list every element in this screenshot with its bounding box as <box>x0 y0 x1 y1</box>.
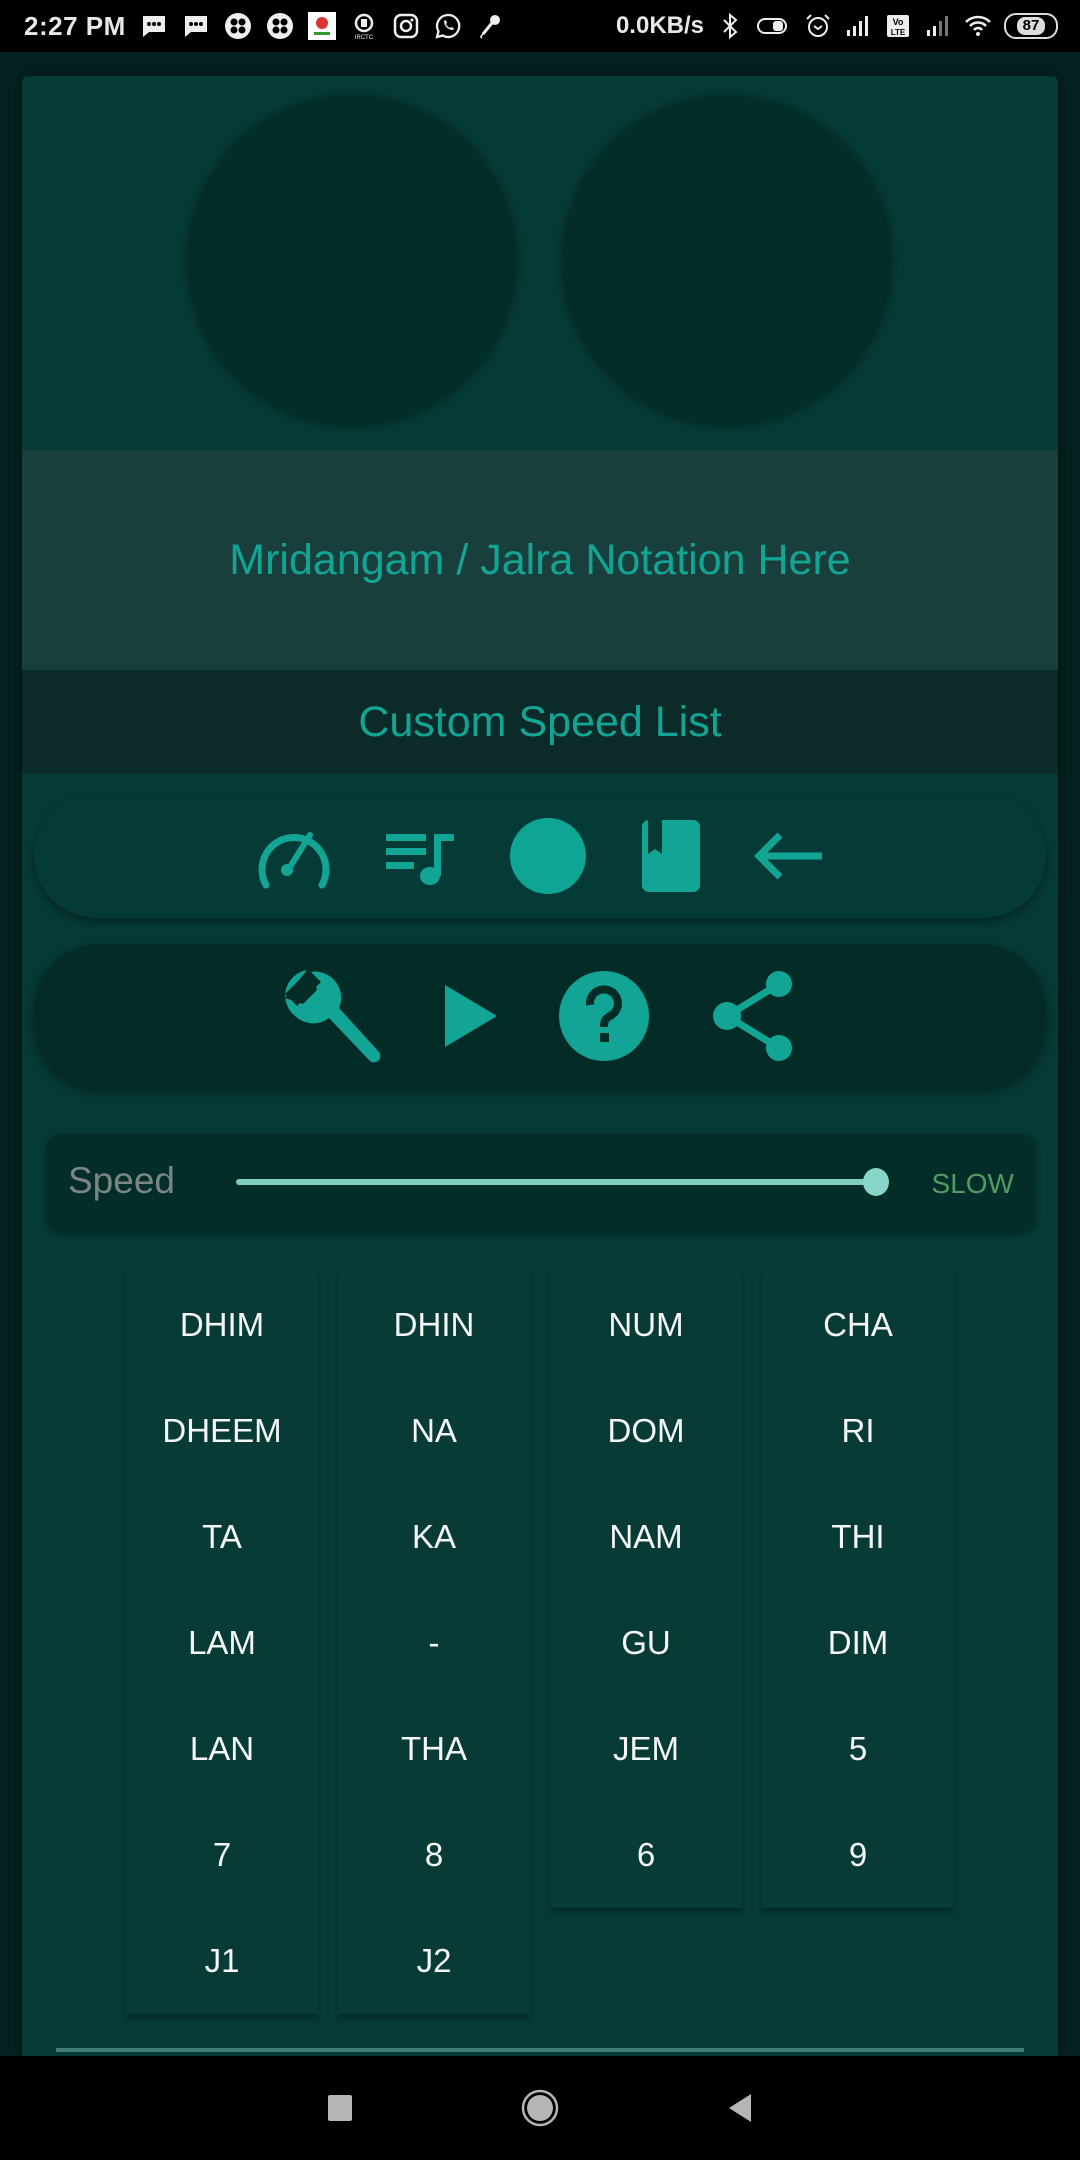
play-button[interactable] <box>443 983 499 1049</box>
navigation-bar <box>0 2056 1080 2160</box>
left-drum-pad[interactable] <box>187 96 517 426</box>
recents-button[interactable] <box>320 2088 360 2128</box>
bluetooth-icon <box>723 12 738 40</box>
secondary-toolbar <box>34 944 1046 1088</box>
syllable-pad[interactable]: NUM <box>550 1272 742 1378</box>
speed-control: Speed SLOW <box>46 1134 1036 1232</box>
syllable-pad[interactable]: 5 <box>762 1696 954 1802</box>
syllable-pad[interactable]: - <box>338 1590 530 1696</box>
alarm-icon <box>806 14 830 37</box>
play-icon <box>445 985 497 1047</box>
speed-slider-track[interactable] <box>236 1179 876 1185</box>
settings-button[interactable] <box>281 964 385 1068</box>
syllable-pad[interactable]: DOM <box>550 1378 742 1484</box>
speed-label: Speed <box>68 1160 175 1201</box>
wrench-icon <box>285 970 381 1063</box>
syllable-pad[interactable]: DHIM <box>126 1272 318 1378</box>
speed-value-label: SLOW <box>931 1168 1014 1199</box>
message-icon <box>184 16 207 37</box>
app-icon <box>224 13 251 39</box>
share-button[interactable] <box>709 968 799 1064</box>
playlist-music-icon <box>386 834 454 885</box>
syllable-pad[interactable]: CHA <box>762 1272 954 1378</box>
custom-speed-list-button[interactable]: Custom Speed List <box>22 670 1058 774</box>
help-button[interactable] <box>557 969 651 1063</box>
toggle-icon <box>757 18 787 34</box>
syllable-pad[interactable]: JEM <box>550 1696 742 1802</box>
speed-button[interactable] <box>256 823 332 889</box>
syllable-pad[interactable]: LAM <box>126 1590 318 1696</box>
syllable-pad[interactable]: RI <box>762 1378 954 1484</box>
home-icon <box>521 2089 559 2127</box>
bookmark-book-icon <box>642 820 700 892</box>
pad-column: NUM DOM NAM GU JEM 6 <box>550 1272 742 1908</box>
whatsapp-icon <box>435 13 461 39</box>
syllable-pad[interactable]: 7 <box>126 1802 318 1908</box>
custom-speed-list-label: Custom Speed List <box>358 697 722 746</box>
syllable-pad[interactable]: J1 <box>126 1908 318 2014</box>
syllable-pad[interactable]: NA <box>338 1378 530 1484</box>
battery-icon: 87 <box>1004 13 1058 39</box>
back-icon <box>729 2094 751 2122</box>
backspace-button[interactable] <box>754 831 824 881</box>
message-icon <box>142 16 165 37</box>
syllable-pad[interactable]: NAM <box>550 1484 742 1590</box>
clock: 2:27 PM <box>24 10 126 41</box>
bookmark-button[interactable] <box>640 818 702 894</box>
status-bar: 2:27 PM IRCTC 0.0KB/s Vo LTE 87 <box>0 0 1080 52</box>
right-drum-pad[interactable] <box>562 96 892 426</box>
arrow-back-icon <box>754 832 822 880</box>
pad-column: DHIN NA KA - THA 8 J2 <box>338 1272 530 2014</box>
syllable-pad[interactable]: 6 <box>550 1802 742 1908</box>
syllable-pad[interactable]: J2 <box>338 1908 530 2014</box>
notation-text: Mridangam / Jalra Notation Here <box>229 535 851 584</box>
syllable-pad[interactable]: THI <box>762 1484 954 1590</box>
syllable-pad[interactable]: DHIN <box>338 1272 530 1378</box>
primary-toolbar <box>34 794 1046 918</box>
app-logo-icon <box>307 12 336 40</box>
battery-level: 87 <box>1016 17 1046 35</box>
recents-icon <box>328 2095 352 2121</box>
signal-icon <box>927 16 948 36</box>
syllable-pad[interactable]: THA <box>338 1696 530 1802</box>
volte-icon: VoLTE <box>887 15 909 37</box>
signal-icon <box>847 16 868 36</box>
help-icon <box>559 971 649 1061</box>
pad-column: CHA RI THI DIM 5 9 <box>762 1272 954 1908</box>
svg-text:Vo: Vo <box>893 17 904 27</box>
syllable-pad[interactable]: 9 <box>762 1802 954 1908</box>
syllable-pad[interactable]: DHEEM <box>126 1378 318 1484</box>
app-icon <box>266 13 293 39</box>
back-button[interactable] <box>720 2088 760 2128</box>
share-icon <box>713 971 792 1061</box>
playlist-button[interactable] <box>384 826 456 886</box>
syllable-pad[interactable]: 8 <box>338 1802 530 1908</box>
pad-column: DHIM DHEEM TA LAM LAN 7 J1 <box>126 1272 318 2014</box>
speedometer-icon <box>258 832 330 889</box>
syllable-pad[interactable]: DIM <box>762 1590 954 1696</box>
main-panel: Mridangam / Jalra Notation Here Custom S… <box>22 76 1058 2058</box>
record-button[interactable] <box>508 816 588 896</box>
microphone-icon <box>479 15 500 39</box>
drum-area <box>22 76 1058 448</box>
syllable-pad[interactable]: TA <box>126 1484 318 1590</box>
wifi-icon <box>965 15 991 36</box>
syllable-pad[interactable]: KA <box>338 1484 530 1590</box>
svg-text:IRCTC: IRCTC <box>355 35 374 40</box>
notation-display[interactable]: Mridangam / Jalra Notation Here <box>22 450 1058 670</box>
svg-text:LTE: LTE <box>891 28 906 37</box>
home-button[interactable] <box>520 2088 560 2128</box>
bottom-divider <box>56 2048 1024 2052</box>
instagram-icon <box>393 13 419 39</box>
network-speed: 0.0KB/s <box>615 12 704 39</box>
irctc-icon: IRCTC <box>354 13 374 40</box>
speed-slider-thumb[interactable] <box>863 1168 889 1196</box>
syllable-pad[interactable]: LAN <box>126 1696 318 1802</box>
syllable-pad[interactable]: GU <box>550 1590 742 1696</box>
record-icon <box>510 818 586 894</box>
